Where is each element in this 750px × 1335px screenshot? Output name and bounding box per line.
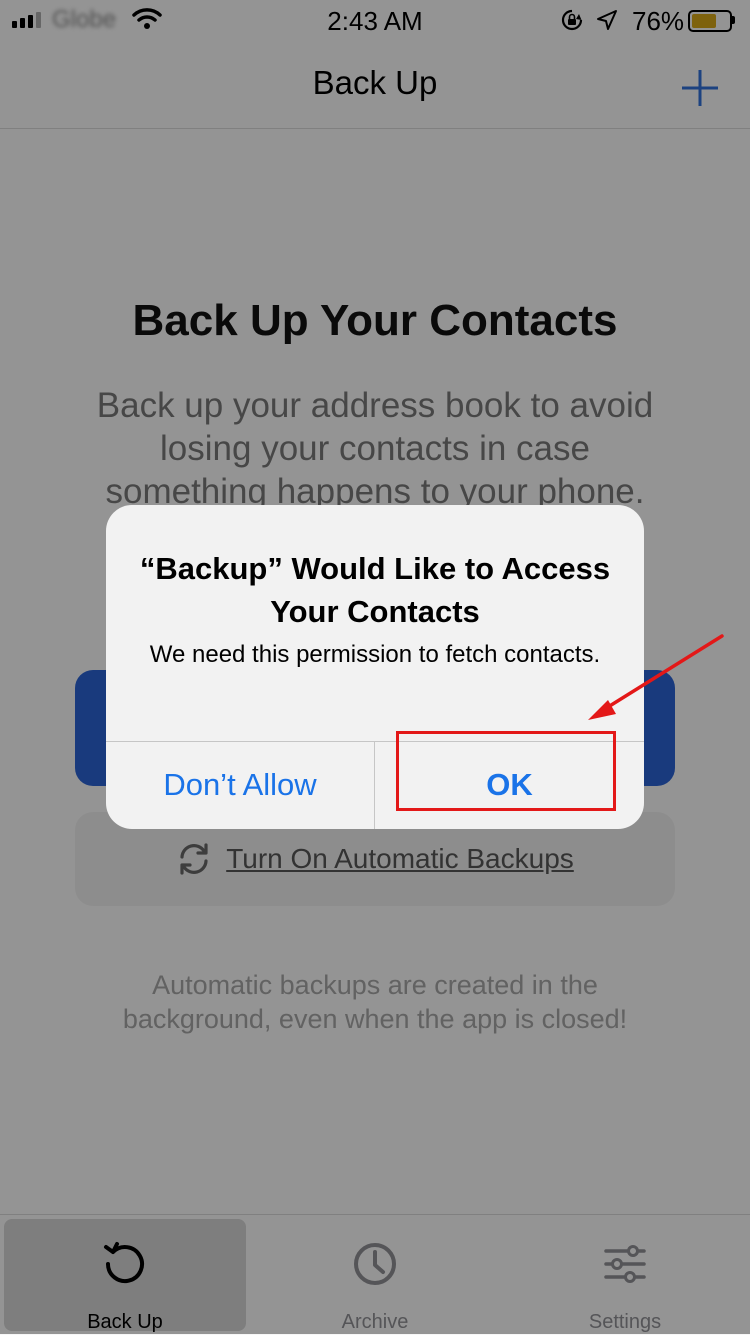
dont-allow-button[interactable]: Don’t Allow	[106, 741, 374, 829]
alert-message: We need this permission to fetch contact…	[149, 641, 601, 668]
ok-highlight-box	[396, 731, 616, 811]
alert-title: “Backup” Would Like to Access Your Conta…	[139, 551, 611, 629]
arrow-icon	[588, 634, 724, 720]
